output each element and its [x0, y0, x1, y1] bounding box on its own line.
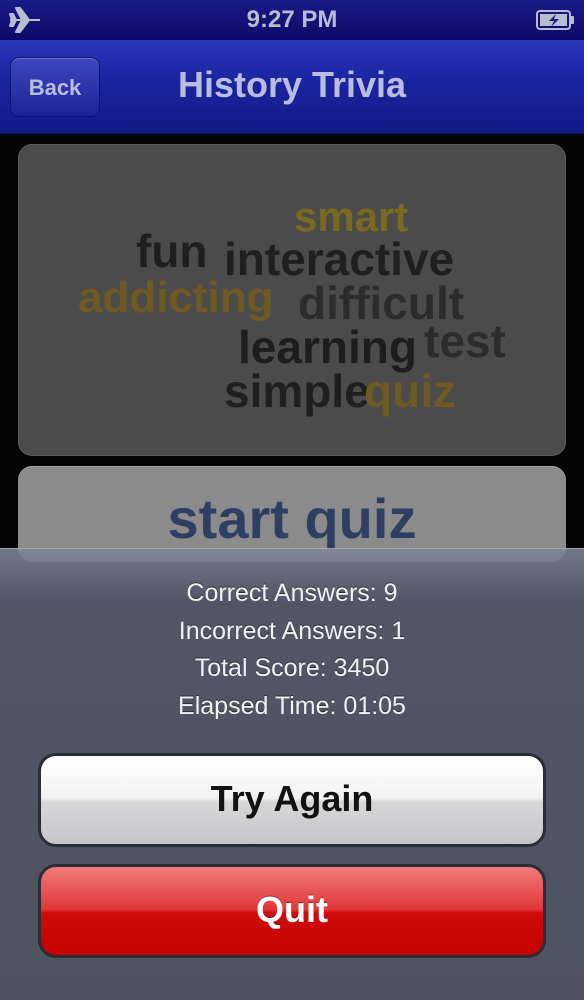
incorrect-answers-text: Incorrect Answers: 1	[178, 617, 406, 645]
word-cloud-banner: smart fun interactive addicting difficul…	[18, 144, 566, 456]
navigation-bar: Back History Trivia	[0, 40, 584, 134]
correct-answers-text: Correct Answers: 9	[186, 579, 398, 607]
results-sheet: Correct Answers: 9 Incorrect Answers: 1 …	[0, 548, 584, 1000]
status-time: 9:27 PM	[246, 6, 338, 33]
back-button[interactable]: Back	[10, 57, 100, 117]
word-test: test	[424, 315, 506, 367]
start-quiz-label: start quiz	[167, 487, 417, 550]
total-score-text: Total Score: 3450	[194, 654, 390, 682]
battery-charging-icon	[536, 10, 574, 30]
elapsed-time-text: Elapsed Time: 01:05	[178, 692, 406, 720]
word-quiz: quiz	[364, 365, 456, 417]
status-bar: 9:27 PM	[0, 0, 584, 40]
word-smart: smart	[294, 193, 409, 240]
try-again-button[interactable]: Try Again	[38, 753, 546, 847]
word-learning: learning	[238, 321, 417, 373]
page-title: History Trivia	[177, 64, 407, 105]
quit-button[interactable]: Quit	[38, 864, 546, 958]
word-fun: fun	[136, 225, 208, 277]
word-addicting: addicting	[78, 273, 274, 322]
word-simple: simple	[224, 365, 370, 417]
